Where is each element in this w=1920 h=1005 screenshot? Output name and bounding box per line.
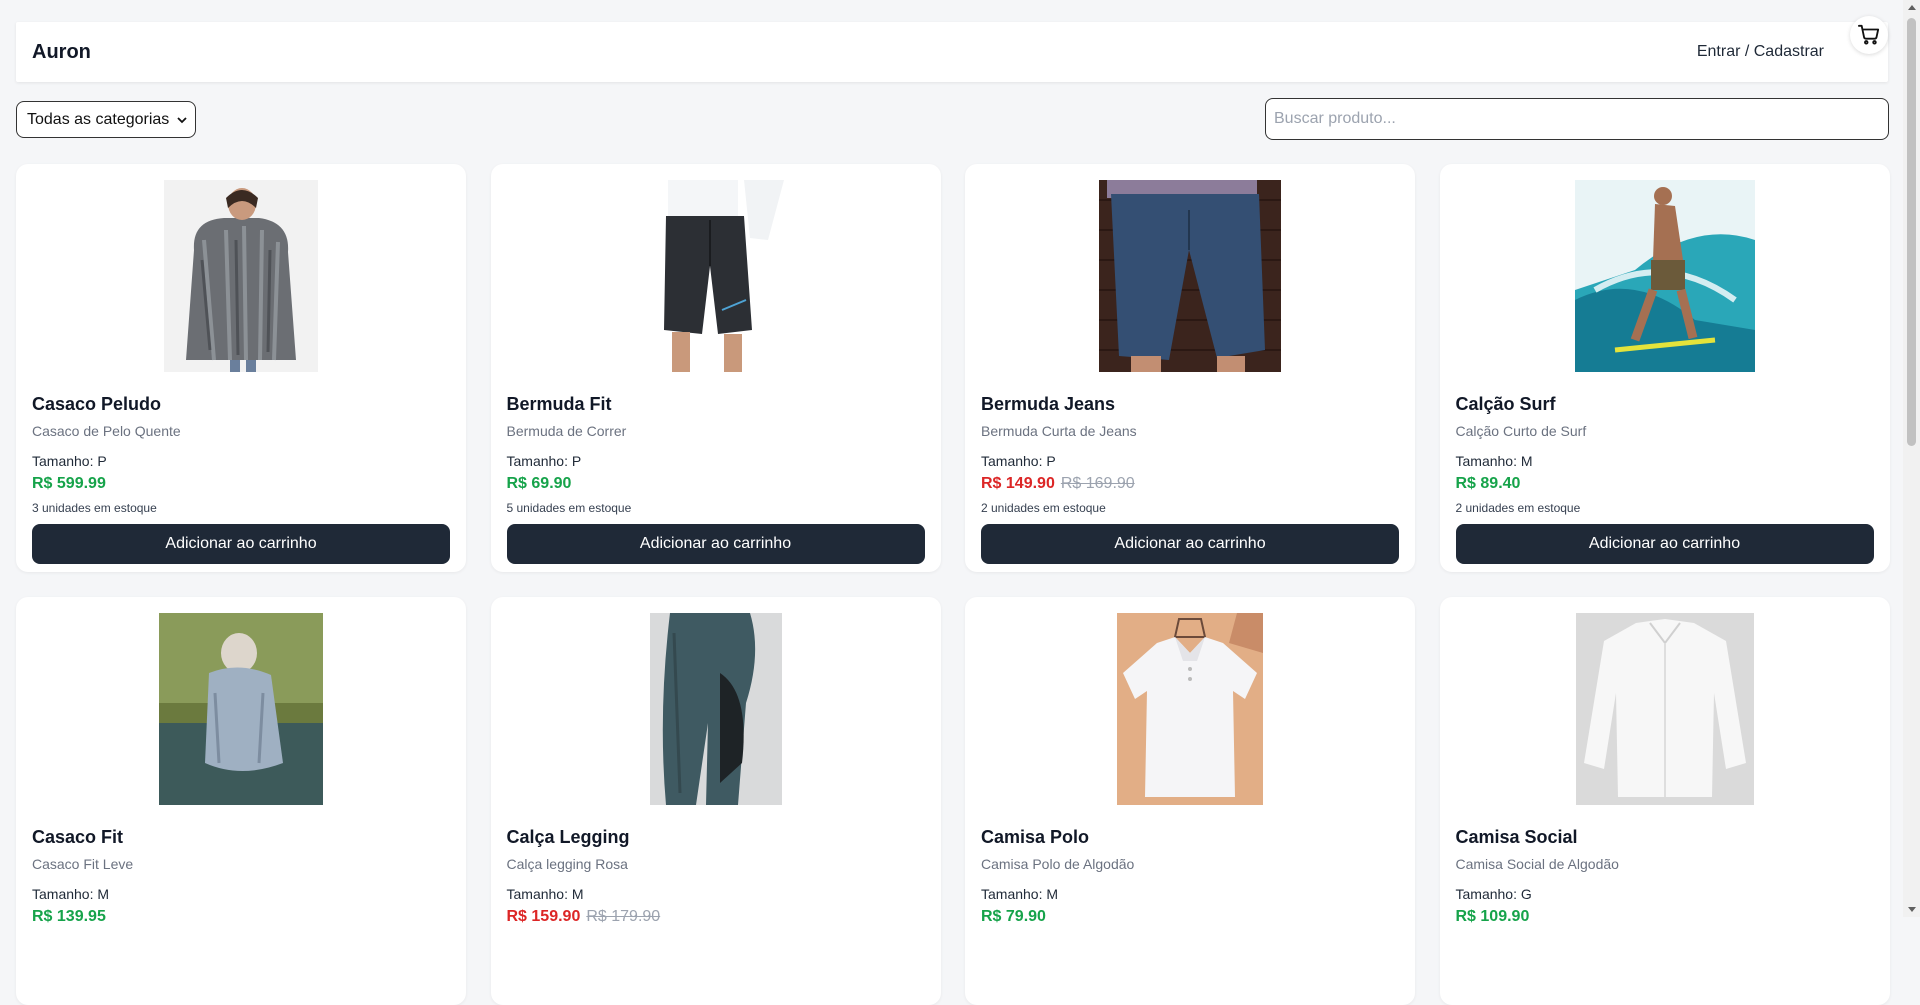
product-price-row: R$ 69.90	[507, 475, 925, 493]
product-card: Casaco Peludo Casaco de Pelo Quente Tama…	[16, 164, 466, 572]
product-name: Bermuda Jeans	[981, 394, 1116, 414]
add-to-cart-button[interactable]: Adicionar ao carrinho	[1455, 524, 1874, 564]
product-card: Camisa Polo Camisa Polo de Algodão Taman…	[965, 597, 1415, 1005]
login-register-link[interactable]: Entrar / Cadastrar	[1697, 43, 1824, 61]
product-price: R$ 599.99	[32, 475, 106, 492]
product-name: Calça Legging	[506, 827, 630, 847]
product-grid: Casaco Peludo Casaco de Pelo Quente Tama…	[16, 164, 1890, 1005]
product-name: Casaco Fit	[32, 827, 124, 847]
brand-logo[interactable]: Auron	[32, 41, 91, 64]
product-price: R$ 89.40	[1455, 475, 1521, 492]
product-description: Casaco Fit Leve	[32, 856, 134, 872]
product-description: Camisa Social de Algodão	[1455, 856, 1619, 872]
product-image	[1574, 180, 1755, 372]
product-price-row: R$ 139.95	[32, 908, 450, 926]
product-description: Calção Curto de Surf	[1455, 423, 1587, 439]
product-size: Tamanho: P	[32, 453, 107, 469]
vertical-scrollbar[interactable]	[1903, 0, 1920, 917]
product-description: Bermuda de Correr	[506, 423, 627, 439]
product-image	[1117, 613, 1263, 805]
scrollbar-thumb[interactable]	[1907, 18, 1916, 446]
add-to-cart-button[interactable]: Adicionar ao carrinho	[506, 524, 925, 564]
product-price: R$ 69.90	[506, 475, 572, 492]
product-image	[1099, 180, 1281, 372]
product-price: R$ 149.90	[981, 475, 1055, 492]
product-card: Calça Legging Calça legging Rosa Tamanho…	[490, 597, 941, 1005]
product-price-row: R$ 79.90	[981, 908, 1399, 926]
product-description: Bermuda Curta de Jeans	[981, 423, 1137, 439]
product-price-row: R$ 89.40	[1456, 475, 1874, 493]
product-price-row: R$ 149.90 R$ 169.90	[981, 475, 1399, 493]
product-price-row: R$ 109.90	[1456, 908, 1874, 926]
product-image	[647, 180, 784, 372]
product-size: Tamanho: P	[981, 453, 1056, 469]
product-image	[164, 180, 318, 372]
product-card: Camisa Social Camisa Social de Algodão T…	[1439, 597, 1890, 1005]
product-card: Casaco Fit Casaco Fit Leve Tamanho: M R$…	[16, 597, 466, 1005]
top-navbar: Auron Entrar / Cadastrar	[16, 22, 1888, 82]
cart-icon	[1858, 24, 1880, 45]
product-size: Tamanho: M	[1455, 453, 1533, 469]
product-name: Camisa Polo	[981, 827, 1090, 847]
scroll-up-icon[interactable]	[1908, 5, 1916, 10]
product-price-row: R$ 599.99	[32, 475, 450, 493]
category-select-value: Todas as categorias	[27, 110, 170, 128]
product-image	[159, 613, 323, 805]
search-input[interactable]	[1265, 98, 1889, 140]
product-size: Tamanho: P	[506, 453, 582, 469]
product-stock: 3 unidades em estoque	[32, 501, 157, 515]
add-to-cart-button[interactable]: Adicionar ao carrinho	[981, 524, 1399, 564]
product-price-row: R$ 159.90 R$ 179.90	[507, 908, 925, 926]
product-size: Tamanho: M	[981, 886, 1059, 902]
product-card: Bermuda Jeans Bermuda Curta de Jeans Tam…	[965, 164, 1415, 572]
product-card: Bermuda Fit Bermuda de Correr Tamanho: P…	[490, 164, 941, 572]
product-name: Casaco Peludo	[32, 394, 162, 414]
category-select[interactable]: Todas as categorias	[16, 101, 196, 138]
product-name: Calção Surf	[1455, 394, 1556, 414]
product-size: Tamanho: M	[506, 886, 584, 902]
product-size: Tamanho: M	[32, 886, 110, 902]
product-name: Camisa Social	[1455, 827, 1578, 847]
product-old-price: R$ 169.90	[1060, 475, 1135, 492]
product-stock: 5 unidades em estoque	[506, 501, 632, 515]
scroll-down-icon[interactable]	[1908, 907, 1916, 912]
product-description: Calça legging Rosa	[506, 856, 628, 872]
product-image	[649, 613, 782, 805]
add-to-cart-button[interactable]: Adicionar ao carrinho	[32, 524, 450, 564]
product-stock: 2 unidades em estoque	[1455, 501, 1581, 515]
chevron-down-icon	[177, 117, 187, 124]
product-name: Bermuda Fit	[506, 394, 612, 414]
product-size: Tamanho: G	[1455, 886, 1532, 902]
product-stock: 2 unidades em estoque	[981, 501, 1106, 515]
product-description: Casaco de Pelo Quente	[32, 423, 181, 439]
product-description: Camisa Polo de Algodão	[981, 856, 1135, 872]
product-card: Calção Surf Calção Curto de Surf Tamanho…	[1439, 164, 1890, 572]
cart-button[interactable]	[1850, 16, 1888, 54]
product-image	[1575, 613, 1754, 805]
